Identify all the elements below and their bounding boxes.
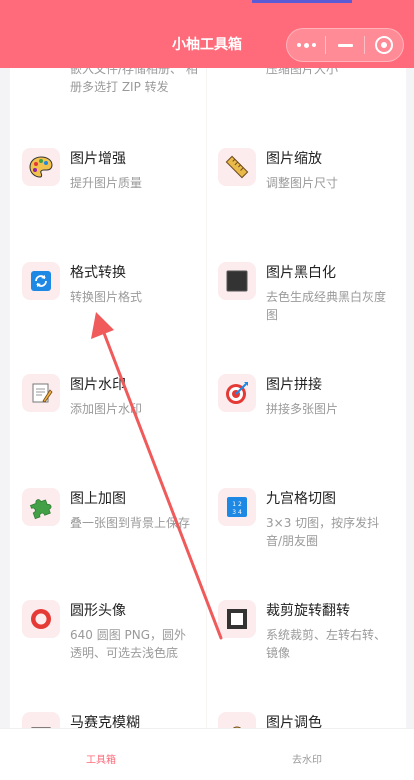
tool-name: 图片水印: [70, 377, 126, 393]
svg-text:1 2: 1 2: [232, 501, 242, 508]
minimize-button[interactable]: [326, 29, 364, 61]
close-button[interactable]: [365, 29, 403, 61]
tool-name: 格式转换: [70, 265, 126, 281]
tool-desc: 转换图片格式: [70, 290, 143, 304]
tab-bar: 工具箱 去水印: [0, 728, 414, 780]
ruler-icon: [218, 148, 256, 186]
black-square-icon: [218, 262, 256, 300]
tool-name: 九宫格切图: [266, 491, 336, 507]
minus-icon: [337, 43, 353, 47]
tab-remove-watermark[interactable]: 去水印: [292, 751, 322, 766]
column-divider: [206, 0, 207, 730]
frame-icon: [218, 600, 256, 638]
nav-bar: 小柚工具箱: [0, 0, 414, 68]
tool-desc: 拼接多张图片: [266, 402, 339, 416]
card-background: [10, 0, 406, 730]
target-icon: [218, 374, 256, 412]
tool-grid: 嵌入文件/存储相册、 相册多选打 ZIP 转发 压缩图片大小 图片增强 提升图片…: [10, 0, 406, 780]
tool-desc: 3×3 切图，按序发抖音/朋友圈: [266, 516, 380, 548]
tool-desc: 提升图片质量: [70, 176, 143, 190]
status-accent-line: [252, 0, 352, 3]
memo-icon: [22, 374, 60, 412]
tool-name: 图片增强: [70, 151, 126, 167]
tab-toolbox[interactable]: 工具箱: [86, 751, 116, 766]
tool-name: 图片拼接: [266, 377, 322, 393]
tool-name: 圆形头像: [70, 603, 126, 619]
svg-text:3 4: 3 4: [232, 509, 242, 516]
tool-name: 图片黑白化: [266, 265, 336, 281]
tool-desc: 叠一张图到背景上保存: [70, 516, 191, 530]
more-button[interactable]: [287, 29, 325, 61]
tool-name: 裁剪旋转翻转: [266, 603, 350, 619]
puzzle-icon: [22, 488, 60, 526]
tool-desc: 640 圆图 PNG，圆外透明、可选去浅色底: [70, 628, 187, 660]
tool-desc: 调整图片尺寸: [266, 176, 339, 190]
miniprogram-capsule: [286, 28, 404, 62]
ring-icon: [22, 600, 60, 638]
more-dots-icon: [296, 42, 316, 48]
tool-name: 图片缩放: [266, 151, 322, 167]
palette-icon: [22, 148, 60, 186]
grid-numbers-icon: 1 2 3 4: [218, 488, 256, 526]
tool-desc: 去色生成经典黑白灰度图: [266, 290, 387, 322]
tool-desc: 系统裁剪、左转右转、镜像: [266, 628, 387, 660]
tool-name: 图上加图: [70, 491, 126, 507]
close-target-icon: [375, 36, 393, 54]
tool-desc: 添加图片水印: [70, 402, 143, 416]
convert-icon: [22, 262, 60, 300]
